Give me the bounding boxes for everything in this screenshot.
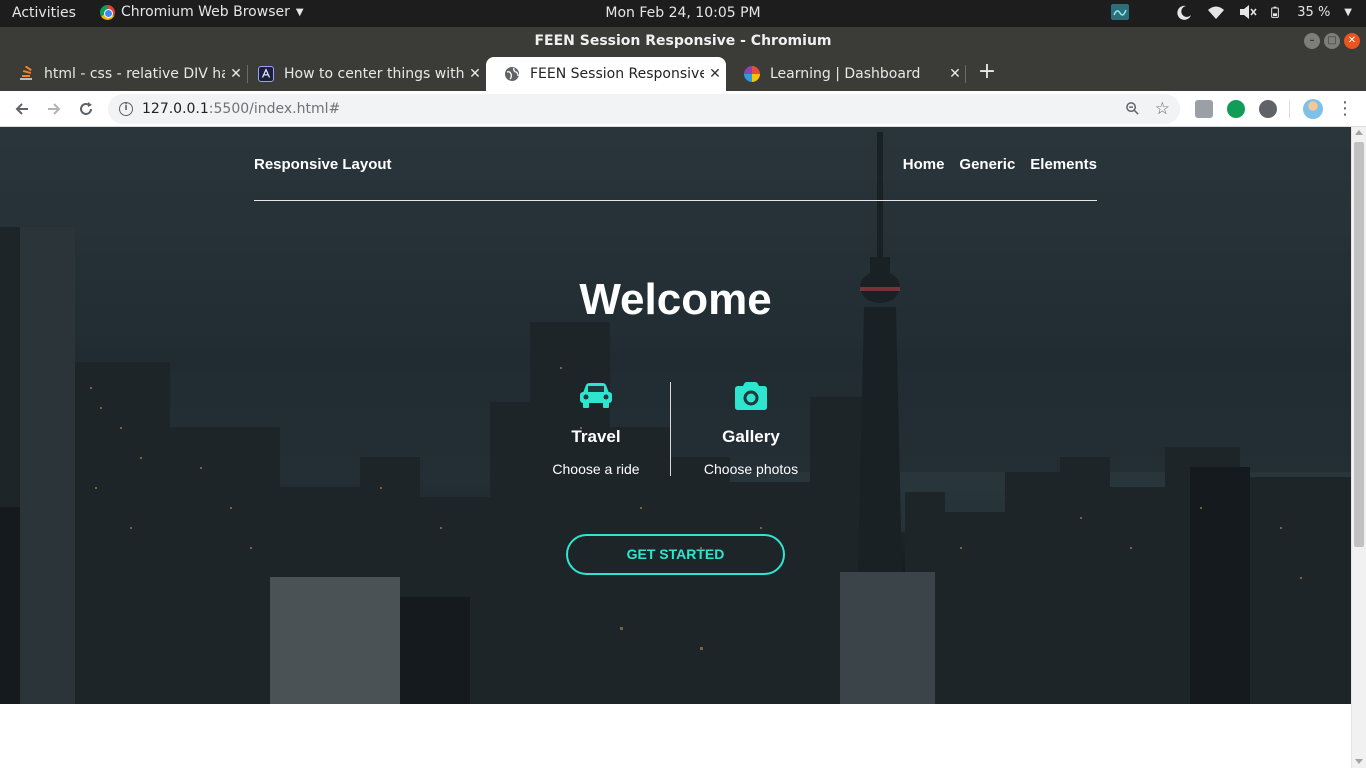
page-scrollbar[interactable] [1351, 127, 1366, 768]
site-nav: Home Generic Elements [903, 156, 1097, 173]
tab-label: How to center things with [284, 66, 464, 82]
tab-label: FEEN Session Responsive [530, 66, 704, 82]
feature-travel: Travel Choose a ride [521, 381, 671, 477]
toolbar-separator [1289, 100, 1290, 118]
nav-link-generic[interactable]: Generic [959, 156, 1015, 173]
system-menu-chevron-icon[interactable]: ▼ [1344, 7, 1352, 18]
feature-divider [670, 382, 671, 476]
arrow-right-icon [48, 103, 61, 115]
extension-tabs-icon[interactable] [1195, 100, 1213, 118]
reload-icon [80, 102, 92, 115]
extension-compass-icon[interactable] [1259, 100, 1277, 118]
site-info-icon[interactable]: i [119, 102, 133, 116]
close-window-button[interactable]: ✕ [1344, 33, 1360, 49]
activities-button[interactable]: Activities [12, 5, 76, 21]
app-indicator-icon[interactable] [1111, 4, 1130, 20]
feature-description: Choose a ride [552, 461, 640, 477]
scroll-up-arrow-icon[interactable] [1355, 130, 1363, 135]
feature-gallery: Gallery Choose photos [676, 381, 826, 477]
url-path: :5500/index.html# [208, 101, 341, 117]
bookmark-star-icon[interactable]: ☆ [1155, 94, 1170, 124]
menu-kebab-icon[interactable]: ⋮ [1336, 95, 1354, 123]
close-tab-icon[interactable]: ✕ [464, 66, 486, 82]
new-tab-button[interactable]: + [976, 59, 998, 85]
tab-learning-dashboard[interactable]: Learning | Dashboard ✕ [726, 57, 966, 91]
arrow-left-icon [15, 103, 28, 115]
app-menu-label: Chromium Web Browser [121, 4, 290, 20]
stackoverflow-icon [18, 65, 34, 82]
clock[interactable]: Mon Feb 24, 10:05 PM [605, 5, 760, 21]
feature-description: Choose photos [703, 461, 799, 477]
volume-muted-icon[interactable] [1239, 4, 1257, 20]
tab-strip: html - css - relative DIV has ✕ How to c… [0, 55, 1366, 91]
tab-stackoverflow[interactable]: html - css - relative DIV has ✕ [0, 57, 247, 91]
system-tray[interactable]: 35 % ▼ [1111, 4, 1352, 20]
globe-icon [504, 66, 520, 82]
close-tab-icon[interactable]: ✕ [704, 66, 726, 82]
tab-feen-session[interactable]: FEEN Session Responsive ✕ [486, 57, 726, 91]
chromium-icon [100, 4, 115, 20]
hero-section: Responsive Layout Home Generic Elements … [0, 127, 1351, 704]
site-favicon-icon [258, 66, 274, 82]
scroll-down-arrow-icon[interactable] [1355, 759, 1363, 764]
tab-label: html - css - relative DIV has [44, 66, 225, 82]
maximize-button[interactable]: □ [1324, 33, 1340, 49]
forward-button[interactable] [41, 96, 67, 122]
minimize-button[interactable]: – [1304, 33, 1320, 49]
system-top-bar: Activities Chromium Web Browser ▼ Mon Fe… [0, 0, 1366, 27]
chevron-down-icon: ▼ [295, 6, 304, 18]
window-title: FEEN Session Responsive - Chromium [534, 33, 832, 49]
site-brand[interactable]: Responsive Layout [254, 156, 392, 173]
app-menu[interactable]: Chromium Web Browser ▼ [100, 4, 304, 20]
extension-grammarly-icon[interactable] [1227, 100, 1245, 118]
zoom-icon[interactable] [1125, 94, 1140, 124]
tab-separator [965, 65, 966, 83]
url-host: 127.0.0.1 [142, 101, 209, 117]
address-bar[interactable]: i 127.0.0.1:5500/index.html# ☆ [108, 94, 1180, 124]
back-button[interactable] [9, 96, 35, 122]
feature-title: Travel [571, 427, 621, 446]
window-controls: – □ ✕ [1304, 33, 1360, 49]
battery-icon[interactable] [1271, 4, 1283, 20]
nav-link-home[interactable]: Home [903, 156, 945, 173]
wifi-icon[interactable] [1207, 4, 1225, 20]
hero-title: Welcome [579, 275, 772, 324]
reload-button[interactable] [73, 96, 99, 122]
camera-icon [735, 382, 767, 410]
learning-favicon-icon [744, 66, 760, 82]
nav-link-elements[interactable]: Elements [1030, 156, 1097, 173]
tab-label: Learning | Dashboard [770, 66, 921, 82]
scrollbar-thumb[interactable] [1354, 142, 1364, 547]
browser-toolbar: i 127.0.0.1:5500/index.html# ☆ ⋮ [0, 91, 1366, 127]
profile-avatar[interactable] [1303, 99, 1323, 119]
night-light-icon[interactable] [1175, 4, 1193, 20]
feature-title: Gallery [722, 427, 780, 446]
close-tab-icon[interactable]: ✕ [944, 66, 966, 82]
get-started-button[interactable]: GET STARTED [566, 534, 785, 575]
car-icon [580, 383, 612, 408]
battery-percentage: 35 % [1297, 4, 1331, 20]
window-title-bar: FEEN Session Responsive - Chromium – □ ✕ [0, 27, 1366, 55]
page-viewport: Responsive Layout Home Generic Elements … [0, 127, 1351, 768]
tab-center-things[interactable]: How to center things with ✕ [240, 57, 486, 91]
nav-divider [254, 200, 1097, 201]
